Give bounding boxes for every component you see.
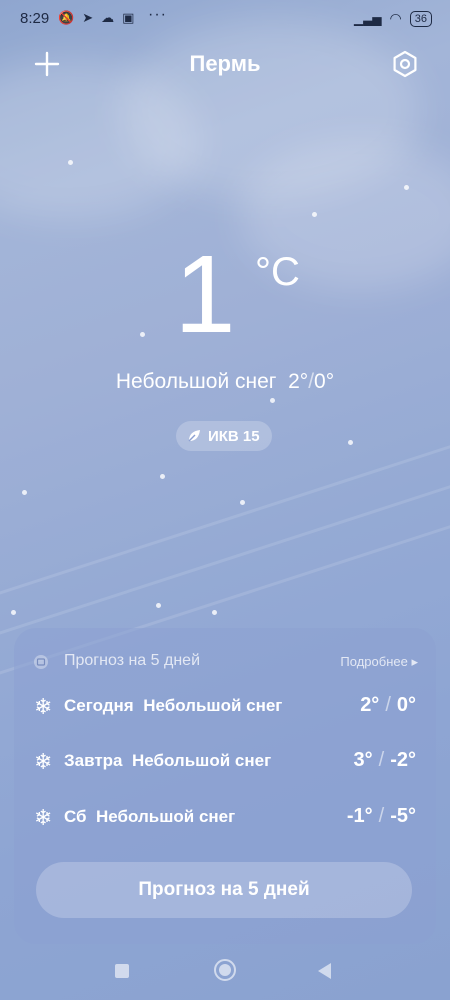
settings-icon — [393, 50, 417, 78]
top-bar: Пермь — [0, 45, 450, 85]
current-condition: Небольшой снег — [115, 370, 277, 393]
forecast-title: Прогноз на 5 дней — [64, 652, 200, 669]
battery-icon: 36 — [409, 10, 432, 27]
app-icon: ▣ — [122, 10, 135, 25]
forecast-day: Сегодня Небольшой снег — [64, 696, 283, 715]
system-nav-bar — [0, 950, 450, 990]
cloud-icon: ☁ — [101, 10, 115, 25]
current-temperature-block: 1 — [0, 240, 450, 350]
more-notifications-icon: ··· — [148, 6, 167, 23]
current-low: 0° — [314, 370, 335, 393]
notification-icons: 🔕 ➤ ☁ ▣ — [58, 10, 134, 26]
forecast-row[interactable]: ❄ Завтра Небольшой снег 3° / -2° — [32, 741, 418, 781]
status-bar: 8:29 🔕 ➤ ☁ ▣ ··· ▁▃▅ ◠ 36 — [0, 0, 450, 40]
more-label: Подробнее — [340, 654, 408, 669]
forecast-day: Сб Небольшой снег — [64, 807, 236, 826]
status-time: 8:29 — [20, 10, 50, 27]
settings-button[interactable] — [388, 47, 422, 81]
forecast-temps: 2°/0° — [360, 694, 416, 716]
forecast-day: Завтра Небольшой снег — [64, 751, 272, 770]
calendar-icon — [34, 655, 48, 669]
five-day-forecast-button[interactable]: Прогноз на 5 дней — [36, 862, 412, 918]
current-high: 2° — [288, 370, 309, 393]
forecast-temps: 3° / -2° — [353, 749, 416, 771]
aqi-label: ИКВ 15 — [208, 427, 260, 445]
back-button[interactable] — [318, 963, 331, 979]
leaf-icon — [188, 430, 200, 442]
forecast-row[interactable]: ❄ Сегодня Небольшой снег 2°/0° — [32, 686, 418, 726]
home-button[interactable] — [214, 959, 236, 981]
forecast-card-header: Прогноз на 5 дней Подробнее ▸ — [32, 650, 418, 672]
snowflake-icon: ❄ — [34, 805, 53, 830]
wifi-icon: ◠ — [389, 10, 402, 26]
recents-button[interactable] — [115, 964, 129, 978]
current-condition-line: Небольшой снег 2°/0° — [0, 370, 450, 394]
bell-muted-icon: 🔕 — [58, 10, 75, 25]
forecast-more-link[interactable]: Подробнее ▸ — [340, 654, 418, 670]
current-temperature: 1 — [174, 233, 236, 356]
forecast-temps: -1° / -5° — [346, 805, 416, 827]
chevron-right-icon: ▸ — [411, 654, 418, 669]
snowflake-icon: ❄ — [34, 694, 53, 719]
signal-icon: ▁▃▅ — [353, 11, 382, 26]
forecast-card: Прогноз на 5 дней Подробнее ▸ ❄ Сегодня … — [14, 628, 436, 944]
aqi-badge[interactable]: ИКВ 15 — [176, 421, 272, 451]
city-title: Пермь — [189, 51, 261, 76]
snowflake-icon: ❄ — [34, 749, 53, 774]
system-icons: ▁▃▅ ◠ 36 — [354, 10, 432, 27]
high-low-separator: / — [308, 370, 315, 393]
telegram-icon: ➤ — [82, 10, 94, 25]
forecast-row[interactable]: ❄ Сб Небольшой снег -1° / -5° — [32, 797, 418, 837]
temperature-unit: °C — [255, 250, 300, 294]
